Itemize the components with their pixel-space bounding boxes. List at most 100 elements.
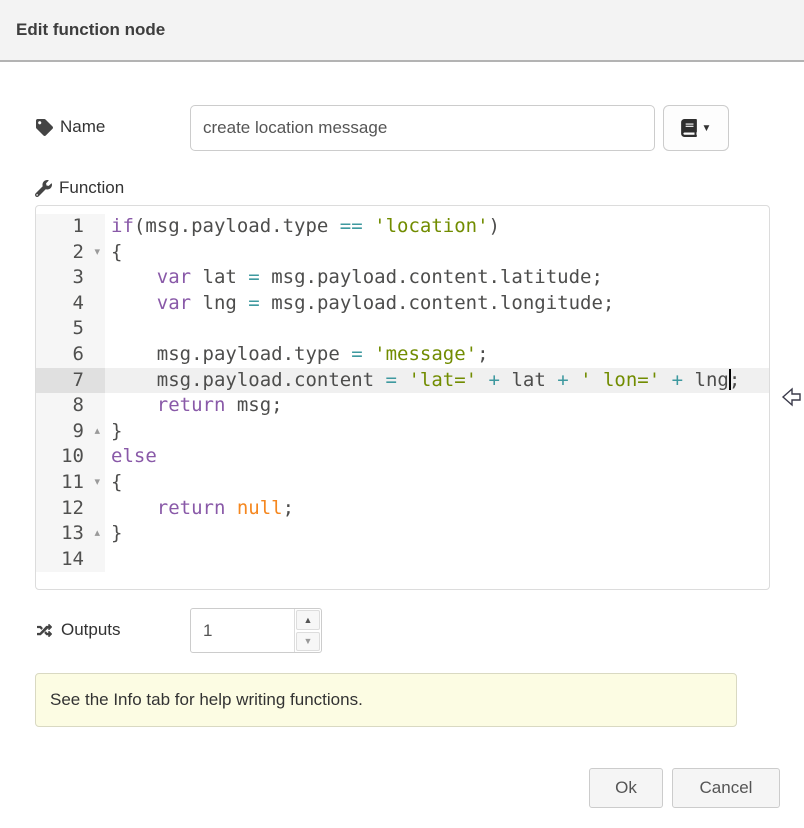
- code-token: =: [351, 343, 362, 365]
- code-line[interactable]: 8 return msg;: [36, 393, 769, 419]
- code-token: msg.payload.content.longitude;: [260, 292, 615, 314]
- line-number: 13▴: [36, 521, 105, 547]
- line-number: 6: [36, 342, 105, 368]
- caret-up-icon: ▲: [304, 615, 313, 625]
- code-line[interactable]: 10else: [36, 444, 769, 470]
- code-token: ;: [283, 497, 294, 519]
- code-token: ): [489, 215, 500, 237]
- code-text: msg.payload.content = 'lat=' + lat + ' l…: [105, 368, 769, 394]
- line-number: 1: [36, 214, 105, 240]
- code-token: +: [557, 369, 568, 391]
- code-token: null: [237, 497, 283, 519]
- code-text: {: [105, 470, 769, 496]
- chevron-down-icon: ▼: [702, 123, 712, 134]
- line-number: 7: [36, 368, 105, 394]
- code-line[interactable]: 7 msg.payload.content = 'lat=' + lat + '…: [36, 368, 769, 394]
- code-token: if: [111, 215, 134, 237]
- fold-toggle-icon[interactable]: ▴: [94, 419, 100, 445]
- code-token: msg;: [225, 394, 282, 416]
- code-text: msg.payload.type = 'message';: [105, 342, 769, 368]
- tag-icon: [36, 119, 53, 136]
- function-code-editor[interactable]: 1if(msg.payload.type == 'location')2▾{3 …: [35, 205, 770, 590]
- line-number: 3: [36, 265, 105, 291]
- code-text: var lng = msg.payload.content.longitude;: [105, 291, 769, 317]
- line-number: 11▾: [36, 470, 105, 496]
- outputs-input[interactable]: [191, 609, 294, 652]
- line-number: 8: [36, 393, 105, 419]
- spin-down-button[interactable]: ▼: [296, 632, 320, 652]
- outputs-spinner: ▲ ▼: [190, 608, 322, 653]
- code-text: var lat = msg.payload.content.latitude;: [105, 265, 769, 291]
- info-tip-text: See the Info tab for help writing functi…: [50, 690, 363, 710]
- fold-toggle-icon[interactable]: ▾: [94, 470, 100, 496]
- code-token: var: [157, 266, 191, 288]
- outputs-label-text: Outputs: [61, 620, 121, 640]
- code-token: msg.payload.content.latitude;: [260, 266, 603, 288]
- line-number: 14: [36, 547, 105, 573]
- code-token: ;: [729, 369, 740, 391]
- code-token: return: [157, 394, 226, 416]
- code-token: =: [248, 266, 259, 288]
- caret-down-icon: ▼: [304, 636, 313, 646]
- code-token: msg.payload.type: [111, 343, 351, 365]
- code-token: ' lon=': [580, 369, 660, 391]
- code-line[interactable]: 6 msg.payload.type = 'message';: [36, 342, 769, 368]
- code-token: [660, 369, 671, 391]
- code-token: +: [489, 369, 500, 391]
- code-line[interactable]: 13▴}: [36, 521, 769, 547]
- name-input[interactable]: [190, 105, 655, 151]
- code-token: [477, 369, 488, 391]
- code-token: (msg.payload.type: [134, 215, 340, 237]
- code-line[interactable]: 14: [36, 547, 769, 573]
- code-token: [111, 266, 157, 288]
- line-number: 2▾: [36, 240, 105, 266]
- code-text: return msg;: [105, 393, 769, 419]
- line-number: 10: [36, 444, 105, 470]
- code-token: [111, 497, 157, 519]
- code-line[interactable]: 9▴}: [36, 419, 769, 445]
- code-token: {: [111, 471, 122, 493]
- line-number: 4: [36, 291, 105, 317]
- info-tip: See the Info tab for help writing functi…: [35, 673, 737, 727]
- dialog-header: Edit function node: [0, 0, 804, 62]
- code-text: [105, 316, 769, 342]
- code-token: [111, 292, 157, 314]
- code-text: return null;: [105, 496, 769, 522]
- code-text: }: [105, 419, 769, 445]
- spin-up-button[interactable]: ▲: [296, 610, 320, 630]
- code-token: lng: [191, 292, 248, 314]
- fold-toggle-icon[interactable]: ▾: [94, 240, 100, 266]
- code-line[interactable]: 1if(msg.payload.type == 'location'): [36, 214, 769, 240]
- code-token: ==: [340, 215, 363, 237]
- code-token: var: [157, 292, 191, 314]
- name-label: Name: [36, 117, 105, 137]
- cancel-button[interactable]: Cancel: [672, 768, 780, 808]
- code-line[interactable]: 4 var lng = msg.payload.content.longitud…: [36, 291, 769, 317]
- code-token: [363, 215, 374, 237]
- code-token: lat: [500, 369, 557, 391]
- code-token: 'message': [374, 343, 477, 365]
- ok-button[interactable]: Ok: [589, 768, 663, 808]
- name-label-text: Name: [60, 117, 105, 137]
- code-token: [363, 343, 374, 365]
- code-line[interactable]: 5: [36, 316, 769, 342]
- code-token: +: [672, 369, 683, 391]
- code-line[interactable]: 2▾{: [36, 240, 769, 266]
- code-token: return: [157, 497, 226, 519]
- line-number: 9▴: [36, 419, 105, 445]
- library-button[interactable]: ▼: [663, 105, 729, 151]
- code-token: =: [248, 292, 259, 314]
- code-token: [397, 369, 408, 391]
- dialog-title: Edit function node: [16, 20, 165, 40]
- outputs-label: Outputs: [35, 620, 121, 640]
- code-text: {: [105, 240, 769, 266]
- code-line[interactable]: 3 var lat = msg.payload.content.latitude…: [36, 265, 769, 291]
- code-line[interactable]: 12 return null;: [36, 496, 769, 522]
- code-token: lng: [683, 369, 729, 391]
- code-token: [225, 497, 236, 519]
- mouse-cursor-icon: [781, 384, 803, 410]
- code-token: }: [111, 522, 122, 544]
- function-label: Function: [35, 178, 124, 198]
- code-line[interactable]: 11▾ {: [36, 470, 769, 496]
- fold-toggle-icon[interactable]: ▴: [94, 521, 100, 547]
